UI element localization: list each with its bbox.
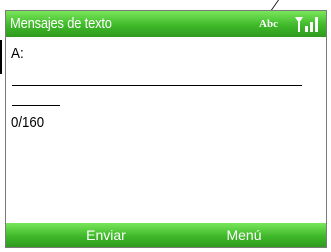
softkey-bar: Enviar Menú xyxy=(6,223,326,247)
text-input-mode-indicator: Abc xyxy=(259,18,278,30)
recipient-label: A: xyxy=(11,45,24,62)
menu-softkey[interactable]: Menú xyxy=(221,223,267,247)
character-counter: 0/160 xyxy=(11,114,45,131)
callout-line-left xyxy=(0,40,2,74)
counter-divider xyxy=(12,105,60,106)
phone-screen: Mensajes de texto Abc A: 0/160 Enviar Me… xyxy=(5,10,327,248)
callout-line-top xyxy=(270,0,279,10)
screen-title: Mensajes de texto xyxy=(10,15,112,32)
recipient-input[interactable] xyxy=(12,63,302,86)
signal-strength-icon xyxy=(294,15,318,33)
title-bar: Mensajes de texto Abc xyxy=(6,11,326,37)
send-softkey[interactable]: Enviar xyxy=(78,223,134,247)
